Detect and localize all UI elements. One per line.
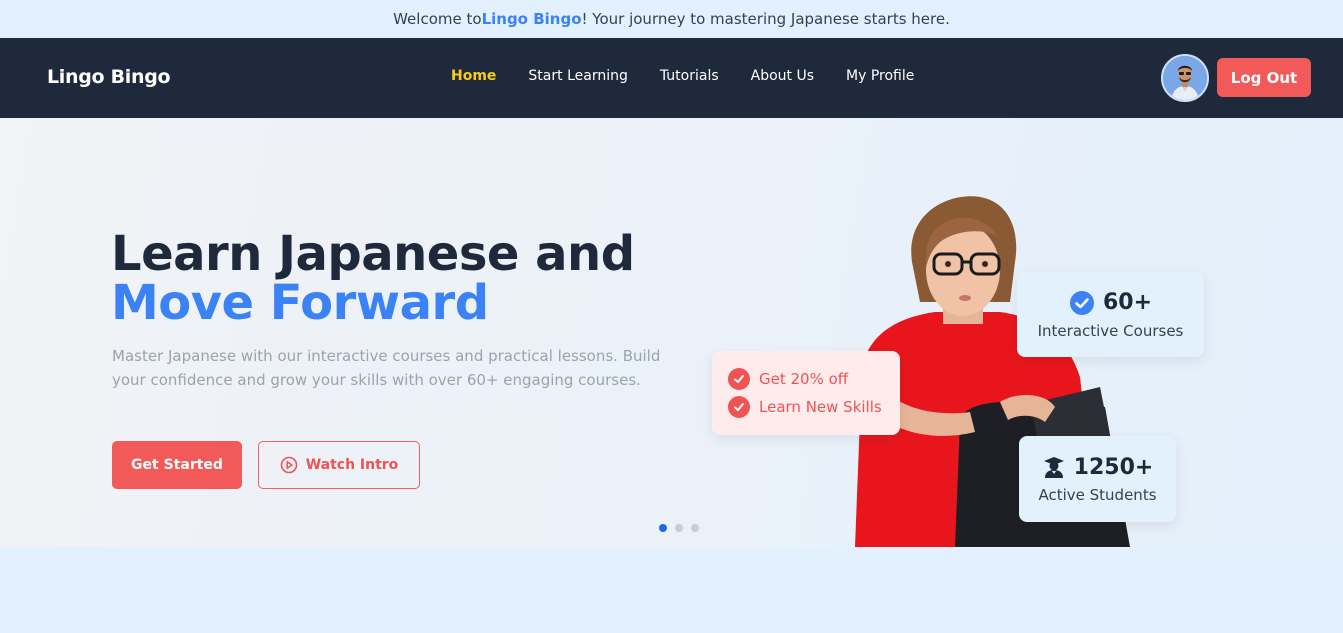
nav-link-start-learning[interactable]: Start Learning [528, 68, 627, 84]
offer-item: Get 20% off [728, 365, 900, 393]
stat-label: Interactive Courses [1037, 321, 1184, 340]
check-circle-icon [728, 368, 750, 390]
carousel-dot-1[interactable] [659, 524, 667, 532]
navbar: Lingo Bingo Home Start Learning Tutorial… [0, 38, 1343, 118]
user-avatar-image [1163, 56, 1207, 100]
carousel-dot-3[interactable] [691, 524, 699, 532]
watch-intro-label: Watch Intro [305, 457, 399, 473]
hero-title-line1: Learn Japanese and [111, 226, 635, 282]
hero-section: Learn Japanese and Move Forward Master J… [0, 118, 1343, 547]
announcement-suffix: ! Your journey to mastering Japanese sta… [581, 10, 950, 28]
nav-menu: Home Start Learning Tutorials About Us M… [451, 68, 914, 84]
carousel-dot-2[interactable] [675, 524, 683, 532]
offer-item: Learn New Skills [728, 393, 900, 421]
site-logo[interactable]: Lingo Bingo [47, 66, 171, 88]
nav-link-my-profile[interactable]: My Profile [846, 68, 914, 84]
stat-value: 1250+ [1073, 454, 1154, 480]
user-avatar[interactable] [1161, 54, 1209, 102]
nav-link-tutorials[interactable]: Tutorials [660, 68, 719, 84]
check-circle-icon [728, 396, 750, 418]
announcement-prefix: Welcome to [393, 10, 482, 28]
logout-button[interactable]: Log Out [1217, 58, 1311, 97]
stat-card-students: 1250+ Active Students [1019, 436, 1176, 522]
offer-label: Get 20% off [759, 370, 849, 388]
offer-label: Learn New Skills [759, 398, 882, 416]
announcement-bar: Welcome to Lingo Bingo ! Your journey to… [0, 0, 1343, 38]
stat-card-courses: 60+ Interactive Courses [1017, 272, 1204, 357]
carousel-dots [659, 524, 699, 532]
hero-description: Master Japanese with our interactive cou… [112, 347, 661, 389]
graduate-icon [1043, 457, 1064, 478]
get-started-button[interactable]: Get Started [112, 441, 242, 489]
stat-label: Active Students [1038, 485, 1157, 504]
nav-link-about-us[interactable]: About Us [751, 68, 814, 84]
play-circle-icon [280, 456, 297, 474]
nav-link-home[interactable]: Home [451, 68, 496, 84]
announcement-brand: Lingo Bingo [481, 10, 582, 28]
offer-card: Get 20% off Learn New Skills [712, 351, 900, 435]
check-circle-icon [1069, 290, 1094, 315]
watch-intro-button[interactable]: Watch Intro [258, 441, 420, 489]
hero-title-line2: Move Forward [111, 275, 489, 331]
stat-value: 60+ [1102, 290, 1153, 315]
